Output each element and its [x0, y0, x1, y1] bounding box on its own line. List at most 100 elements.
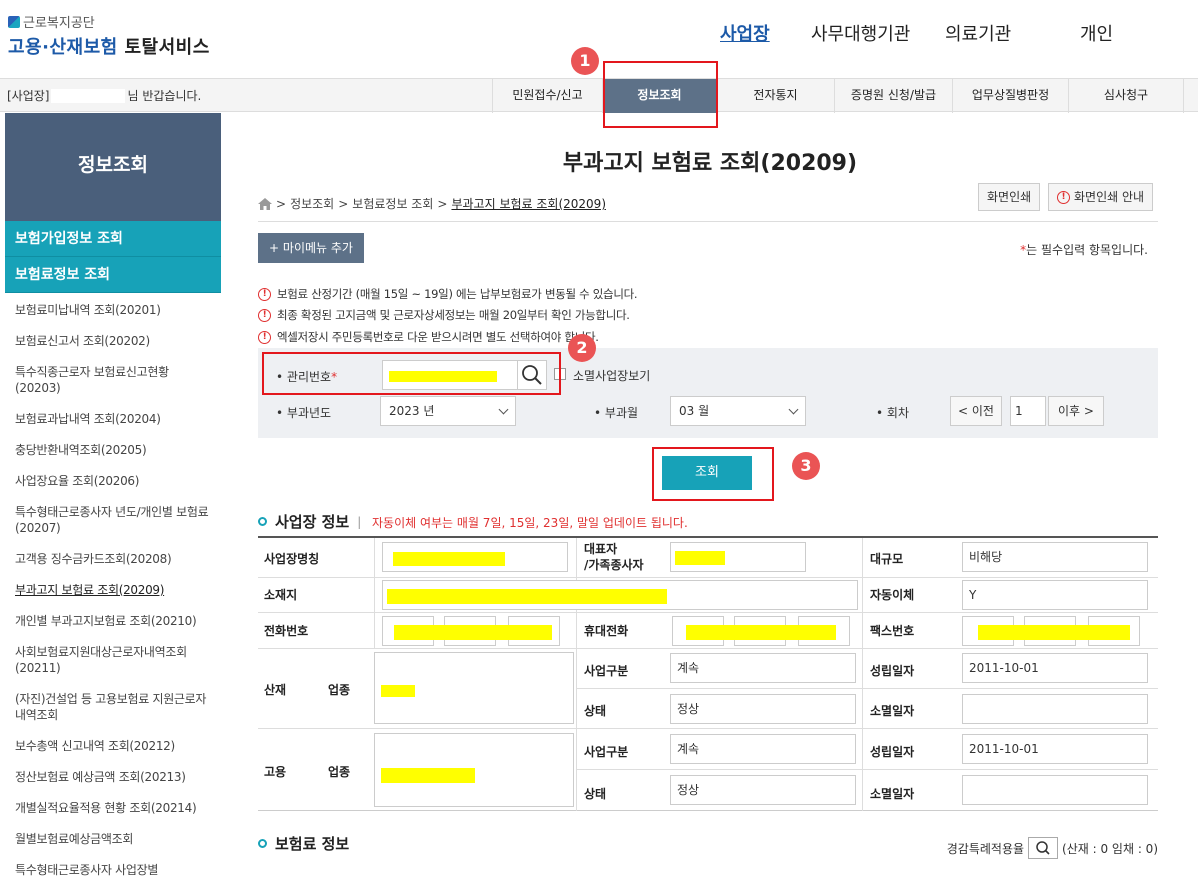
- notice-item: ! 보험료 산정기간 (매월 15일 ~ 19일) 에는 납부보험료가 변동될 …: [258, 286, 638, 302]
- sidebar-item[interactable]: 사업장요율 조회(20206): [5, 466, 221, 497]
- sidebar-title: 정보조회: [5, 113, 221, 221]
- usertype-personal[interactable]: 개인: [1080, 20, 1113, 46]
- masked-value: [393, 552, 505, 566]
- phone-label: 전화번호: [264, 622, 309, 639]
- rep-label-line2: /가족종사자: [584, 558, 644, 572]
- year-select[interactable]: 2023 년: [380, 396, 516, 426]
- breadcrumb-current[interactable]: 부과고지 보험료 조회(20209): [451, 195, 606, 212]
- chevron-down-icon: [788, 404, 799, 415]
- annotation-badge-3: 3: [792, 452, 820, 480]
- premium-info-title-text: 보험료 정보: [275, 835, 350, 853]
- sidebar-item[interactable]: 충당반환내역조회(20205): [5, 435, 221, 466]
- sanjae-status-label: 상태: [584, 702, 607, 719]
- reduction-value: (산재 : 0 임채 : 0): [1062, 841, 1158, 856]
- greeting-prefix: [사업장]: [7, 89, 50, 103]
- row-divider: [258, 577, 1158, 578]
- sidebar-item[interactable]: 특수직종근로자 보험료신고현황 (20203): [5, 357, 221, 404]
- top-header: 근로복지공단 고용·산재보험 토탈서비스 사업장 사무대행기관 의료기관 개인: [0, 0, 1198, 78]
- sidebar-item[interactable]: 보수총액 신고내역 조회(20212): [5, 731, 221, 762]
- notice-item: ! 최종 확정된 고지금액 및 근로자상세정보는 매월 20일부터 확인 가능합…: [258, 307, 630, 323]
- rep-label: 대표자/가족종사자: [584, 541, 644, 573]
- sidebar-item[interactable]: 개별실적요율적용 현황 조회(20214): [5, 793, 221, 824]
- service-logo[interactable]: 고용·산재보험 토탈서비스: [8, 33, 210, 59]
- sidebar-item[interactable]: 보험료과납내역 조회(20204): [5, 404, 221, 435]
- print-guide-label: 화면인쇄 안내: [1074, 190, 1145, 204]
- sidebar-item[interactable]: 개인별 부과고지보험료 조회(20210): [5, 606, 221, 637]
- usertype-agency[interactable]: 사무대행기관: [811, 20, 910, 46]
- goyong-status-field: 정상: [670, 775, 856, 805]
- round-label: • 회차: [876, 406, 909, 420]
- goyong-estdate-field: 2011-10-01: [962, 734, 1148, 764]
- usertype-medical[interactable]: 의료기관: [945, 20, 1011, 46]
- sub-navigation-bar: [사업장] 님 반갑습니다. 민원접수/신고 정보조회 전자통지 증명원 신청/…: [0, 78, 1198, 113]
- sanjae-bizdiv-label: 사업구분: [584, 662, 629, 679]
- warning-icon: !: [258, 330, 271, 344]
- tab-civil-petition[interactable]: 민원접수/신고: [492, 79, 602, 113]
- service-name-dark: 토탈서비스: [124, 37, 210, 58]
- required-note-text: 는 필수입력 항목입니다.: [1026, 243, 1148, 257]
- sidebar-section-premium[interactable]: 보험료정보 조회: [5, 257, 221, 293]
- round-input[interactable]: 1: [1010, 396, 1046, 426]
- closed-biz-label: 소멸사업장보기: [573, 369, 651, 383]
- tab-review-request[interactable]: 심사청구: [1068, 79, 1184, 113]
- year-label-text: 부과년도: [286, 406, 332, 420]
- row-divider: [258, 648, 1158, 649]
- home-icon[interactable]: [258, 197, 272, 210]
- sidebar-item[interactable]: 정산보험료 예상금액 조회(20213): [5, 762, 221, 793]
- print-guide-button[interactable]: ! 화면인쇄 안내: [1048, 183, 1154, 211]
- month-select[interactable]: 03 월: [670, 396, 806, 426]
- goyong-closedate-field: [962, 775, 1148, 805]
- month-label: • 부과월: [594, 406, 639, 420]
- sanjae-industry-field: [374, 652, 574, 724]
- biz-info-title: 사업장 정보 |: [258, 511, 361, 532]
- masked-value: [394, 625, 552, 640]
- breadcrumb-sep: >: [276, 196, 287, 211]
- logo-mark-icon: [8, 15, 20, 28]
- tab-e-notice[interactable]: 전자통지: [716, 79, 834, 113]
- notice-text: 보험료 산정기간 (매월 15일 ~ 19일) 에는 납부보험료가 변동될 수 …: [277, 287, 638, 301]
- scale-field: 비해당: [962, 542, 1148, 572]
- sidebar-item-current[interactable]: 부과고지 보험료 조회(20209): [5, 575, 221, 606]
- sidebar-item[interactable]: 특수형태근로종사자 사업장별: [5, 855, 221, 886]
- sanjae-closedate-field: [962, 694, 1148, 724]
- sidebar-item[interactable]: 월별보험료예상금액조회: [5, 824, 221, 855]
- chevron-down-icon: [498, 404, 509, 415]
- print-button[interactable]: 화면인쇄: [978, 183, 1041, 211]
- reduction-search-button[interactable]: [1028, 837, 1059, 859]
- breadcrumb-sep: >: [338, 196, 349, 211]
- prev-round-button[interactable]: < 이전: [950, 396, 1002, 426]
- greeting-suffix: 님 반갑습니다.: [127, 89, 202, 103]
- breadcrumb-item[interactable]: 정보조회: [290, 195, 334, 212]
- sidebar-item[interactable]: 특수형태근로종사자 년도/개인별 보험료(20207): [5, 497, 221, 544]
- fax-label: 팩스번호: [870, 622, 915, 639]
- goyong-status-label: 상태: [584, 785, 607, 802]
- goyong-label: 고용: [264, 763, 287, 780]
- add-mymenu-button[interactable]: + 마이메뉴 추가: [258, 233, 364, 263]
- tab-occupational-disease[interactable]: 업무상질병판정: [952, 79, 1068, 113]
- goyong-industry-label: 업종: [328, 763, 351, 780]
- sidebar: 정보조회 보험가입정보 조회 보험료정보 조회 보험료미납내역 조회(20201…: [5, 113, 221, 877]
- tab-certificate[interactable]: 증명원 신청/발급: [834, 79, 952, 113]
- masked-value: [381, 768, 475, 783]
- warning-icon: !: [258, 287, 271, 301]
- notice-text: 최종 확정된 고지금액 및 근로자상세정보는 매월 20일부터 확인 가능합니다…: [277, 308, 630, 322]
- greeting: [사업장] 님 반갑습니다.: [7, 87, 201, 104]
- col-divider: [576, 538, 577, 811]
- required-note: *는 필수입력 항목입니다.: [1020, 241, 1148, 258]
- next-round-button[interactable]: 이후 >: [1048, 396, 1104, 426]
- breadcrumb-item[interactable]: 보험료정보 조회: [352, 195, 433, 212]
- sidebar-item[interactable]: 보험료미납내역 조회(20201): [5, 295, 221, 326]
- annotation-badge-1: 1: [571, 47, 599, 75]
- breadcrumb-sep: >: [437, 196, 448, 211]
- usertype-business[interactable]: 사업장: [720, 20, 770, 46]
- sidebar-item[interactable]: 보험료신고서 조회(20202): [5, 326, 221, 357]
- sidebar-item[interactable]: 사회보험료지원대상근로자내역조회 (20211): [5, 637, 221, 684]
- masked-value: [978, 625, 1130, 640]
- sanjae-bizdiv-field: 계속: [670, 653, 856, 683]
- sidebar-section-enrollment[interactable]: 보험가입정보 조회: [5, 221, 221, 257]
- annotation-badge-2: 2: [568, 334, 596, 362]
- org-logo[interactable]: 근로복지공단: [8, 12, 95, 31]
- sidebar-item[interactable]: 고객용 징수금카드조회(20208): [5, 544, 221, 575]
- sidebar-item[interactable]: (자진)건설업 등 고용보험료 지원근로자 내역조회: [5, 684, 221, 731]
- sanjae-closedate-label: 소멸일자: [870, 702, 915, 719]
